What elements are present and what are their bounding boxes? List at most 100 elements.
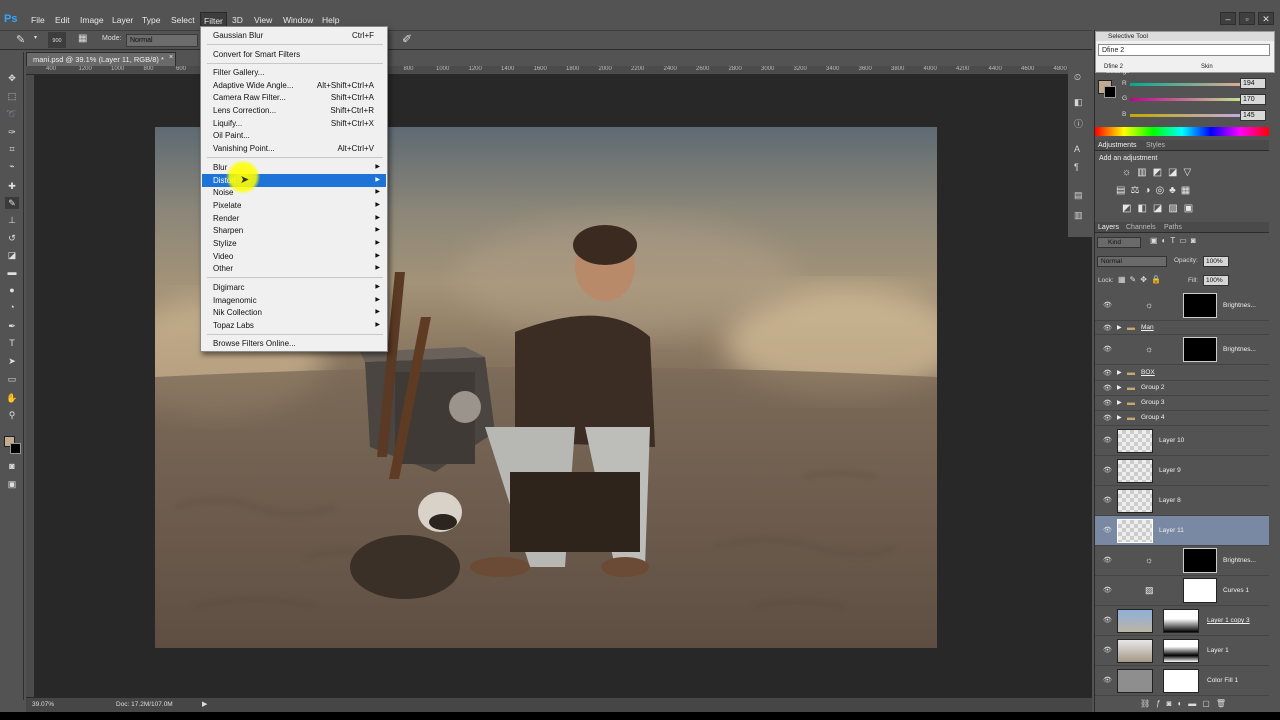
layer-name[interactable]: BOX [1141,369,1155,376]
eyedropper-tool-icon[interactable]: ⌁ [5,160,19,172]
shape-tool-icon[interactable]: ▭ [5,373,19,385]
menu-image[interactable]: Image [77,12,107,28]
layer-filter-kind[interactable]: Kind [1097,237,1141,248]
gradient-tool-icon[interactable]: ▬ [5,266,19,278]
layer-name[interactable]: Group 2 [1141,384,1165,391]
layer-name[interactable]: Layer 10 [1159,437,1184,444]
menu-item-lens-correction[interactable]: Lens Correction... Shift+Ctrl+R [202,104,386,117]
r-value[interactable]: 194 [1240,78,1266,89]
layer-name[interactable]: Curves 1 [1223,587,1249,594]
menu-item-browse-filters-online[interactable]: Browse Filters Online... [202,337,386,350]
layer-thumbnail[interactable] [1117,639,1153,663]
layer-thumbnail[interactable] [1117,669,1153,693]
visibility-eye-icon[interactable]: 👁 [1103,324,1112,332]
r-slider[interactable] [1130,83,1254,86]
visibility-eye-icon[interactable]: 👁 [1103,556,1112,564]
status-menu-arrow-icon[interactable]: ▶ [202,698,207,712]
menu-item-topaz-labs[interactable]: Topaz Labs ▶ [202,319,386,332]
b-slider[interactable] [1130,114,1254,117]
visibility-eye-icon[interactable]: 👁 [1103,436,1112,444]
marquee-tool-icon[interactable]: ⬚ [5,90,19,102]
background-color-swatch[interactable] [10,443,21,454]
layer-row[interactable]: 👁 ☼ Brightnes... [1095,546,1269,576]
close-button[interactable]: ✕ [1258,12,1274,25]
menu-item-nik-collection[interactable]: Nik Collection ▶ [202,306,386,319]
visibility-eye-icon[interactable]: 👁 [1103,301,1112,309]
layer-mask-thumb[interactable] [1163,669,1199,693]
opacity-field[interactable]: 100% [1203,256,1229,267]
screen-mode-icon[interactable]: ▣ [5,478,19,490]
g-slider[interactable] [1130,98,1254,101]
menu-edit[interactable]: Edit [52,12,73,28]
tab-layers[interactable]: Layers [1098,224,1119,231]
paragraph-icon[interactable]: ¶ [1074,162,1079,172]
layer-row[interactable]: 👁 ▶ ▬ Group 4 [1095,411,1269,426]
layers-footer-icons[interactable]: ⛓ƒ◙◐▬▢🗑 [1140,699,1232,708]
clone-stamp-icon[interactable]: ⊥ [5,214,19,226]
tab-paths[interactable]: Paths [1164,224,1182,231]
brush-size-preview[interactable]: 900 [48,32,66,48]
dodge-tool-icon[interactable]: ◔ [5,301,19,313]
menu-item-other[interactable]: Other ▶ [202,262,386,275]
menu-select[interactable]: Select [168,12,198,28]
fill-field[interactable]: 100% [1203,275,1229,286]
layer-mask-thumb[interactable] [1183,337,1217,362]
layer-row[interactable]: 👁 Layer 1 [1095,636,1269,666]
layer-row[interactable]: 👁 ▶ ▬ Man [1095,321,1269,335]
visibility-eye-icon[interactable]: 👁 [1103,414,1112,422]
type-tool-icon[interactable]: T [5,337,19,349]
menu-type[interactable]: Type [139,12,163,28]
expand-arrow-icon[interactable]: ▶ [1117,399,1122,406]
layer-row[interactable]: 👁 ☼ Brightnes... [1095,335,1269,365]
brush-picker-arrow-icon[interactable]: ▾ [34,34,37,41]
layer-name[interactable]: Layer 9 [1159,467,1181,474]
expand-arrow-icon[interactable]: ▶ [1117,369,1122,376]
character-icon[interactable]: A [1074,144,1080,154]
layer-row[interactable]: 👁 Color Fill 1 [1095,666,1269,696]
hand-tool-icon[interactable]: ✋ [5,392,19,404]
visibility-eye-icon[interactable]: 👁 [1103,369,1112,377]
menu-item-digimarc[interactable]: Digimarc ▶ [202,281,386,294]
visibility-eye-icon[interactable]: 👁 [1103,676,1112,684]
layer-name[interactable]: Group 4 [1141,414,1165,421]
menu-item-pixelate[interactable]: Pixelate ▶ [202,199,386,212]
move-tool-icon[interactable]: ✥ [5,72,19,84]
layer-mask-thumb[interactable] [1183,293,1217,318]
zoom-tool-icon[interactable]: ⚲ [5,409,19,421]
layer-row[interactable]: 👁 Layer 1 copy 3 [1095,606,1269,636]
adjust-icon[interactable]: ◧ [1074,97,1083,108]
menu-item-camera-raw[interactable]: Camera Raw Filter... Shift+Ctrl+A [202,91,386,104]
menu-item-gaussian-blur[interactable]: Gaussian Blur Ctrl+F [202,29,386,42]
layer-thumbnail[interactable] [1117,459,1153,483]
lasso-tool-icon[interactable]: ➰ [5,108,19,120]
quick-mask-icon[interactable]: ◙ [5,460,19,472]
visibility-eye-icon[interactable]: 👁 [1103,399,1112,407]
visibility-eye-icon[interactable]: 👁 [1103,345,1112,353]
settings-label[interactable]: Settings [1106,68,1130,75]
layer-thumbnail[interactable] [1117,429,1153,453]
eraser-tool-icon[interactable]: ◪ [5,249,19,261]
menu-item-vanishing-point[interactable]: Vanishing Point... Alt+Ctrl+V [202,142,386,155]
layer-row[interactable]: 👁 ▶ ▬ BOX [1095,366,1269,381]
layer-name[interactable]: Layer 1 copy 3 [1207,617,1250,624]
quick-select-tool-icon[interactable]: ✑ [5,126,19,138]
blend-mode-select[interactable]: Normal [1097,256,1167,267]
crop-tool-icon[interactable]: ⌗ [5,143,19,155]
history-brush-icon[interactable]: ↺ [5,232,19,244]
notes-icon[interactable]: ▥ [1074,210,1083,221]
layer-row[interactable]: 👁 ▶ ▬ Group 3 [1095,396,1269,411]
layer-name[interactable]: Layer 8 [1159,497,1181,504]
brush-tool-icon[interactable]: ✎ [5,197,19,209]
zoom-level[interactable]: 39.07% [32,698,54,712]
layer-thumbnail[interactable] [1117,609,1153,633]
menu-item-convert-smart-filters[interactable]: Convert for Smart Filters [202,48,386,61]
layer-row[interactable]: 👁 Layer 10 [1095,426,1269,456]
color-panel-background[interactable] [1104,86,1116,98]
layer-name[interactable]: Brightnes... [1223,302,1256,309]
pressure-size-icon[interactable]: ✐ [402,32,412,46]
selective-tool-row-skin[interactable]: Skin [1201,64,1213,70]
visibility-eye-icon[interactable]: 👁 [1103,526,1112,534]
lock-icons[interactable]: ▦✎✥🔒 [1118,275,1165,284]
layer-filter-icons[interactable]: ▣◐T▭◙ [1150,236,1200,245]
mode-select[interactable]: Normal [126,34,198,47]
